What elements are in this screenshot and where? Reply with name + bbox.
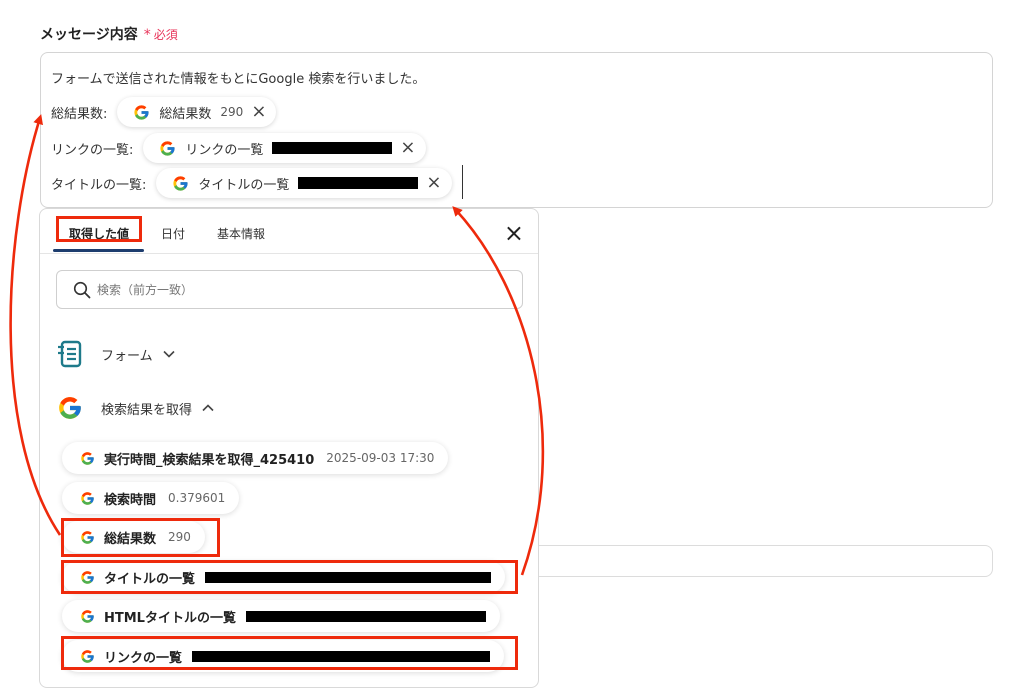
- item-value: 0.379601: [168, 491, 226, 505]
- required-text: 必須: [153, 28, 178, 42]
- message-row-total-results: 総結果数: 総結果数 290 ×: [51, 97, 277, 127]
- item-value: 2025-09-03 17:30: [326, 451, 435, 465]
- text-caret: [462, 165, 463, 199]
- google-icon: [81, 609, 94, 623]
- variable-chip-total-results[interactable]: 総結果数 290 ×: [117, 97, 277, 127]
- highlight-box-tab: [56, 216, 142, 242]
- chip-value: 290: [220, 105, 244, 119]
- active-tab-indicator: [53, 249, 144, 252]
- row-label: 総結果数:: [51, 106, 108, 122]
- highlight-box-link-list: [61, 636, 518, 670]
- section-form[interactable]: フォーム: [57, 339, 175, 369]
- item-label: 実行時間_検索結果を取得_425410: [104, 452, 315, 468]
- background-input-field[interactable]: [530, 545, 993, 577]
- message-textarea[interactable]: フォームで送信された情報をもとにGoogle 検索を行いました。 総結果数: 総…: [40, 52, 993, 208]
- value-item-html-title-list[interactable]: HTMLタイトルの一覧: [62, 600, 500, 632]
- close-icon[interactable]: ×: [251, 103, 266, 121]
- variable-chip-link-list[interactable]: リンクの一覧 ×: [143, 133, 426, 163]
- chevron-down-icon: [163, 347, 175, 361]
- row-label: タイトルの一覧:: [51, 177, 147, 193]
- chip-label: 総結果数: [159, 106, 212, 122]
- item-label: HTMLタイトルの一覧: [104, 610, 236, 626]
- message-row-title-list: タイトルの一覧: タイトルの一覧 ×: [51, 168, 452, 198]
- chevron-up-icon: [202, 401, 214, 415]
- chip-label: タイトルの一覧: [198, 177, 290, 193]
- search-field[interactable]: [56, 270, 523, 309]
- google-icon: [81, 451, 94, 465]
- field-label: メッセージ内容 * 必須: [40, 24, 178, 44]
- value-item-execution-time[interactable]: 実行時間_検索結果を取得_425410 2025-09-03 17:30: [62, 442, 449, 474]
- google-icon: [173, 175, 188, 191]
- close-icon[interactable]: ×: [400, 139, 415, 157]
- close-icon[interactable]: ×: [426, 174, 441, 192]
- highlight-box-total-results: [61, 518, 220, 557]
- google-icon: [59, 397, 81, 419]
- message-line-1: フォームで送信された情報をもとにGoogle 検索を行いました。: [51, 72, 426, 87]
- field-label-text: メッセージ内容: [40, 27, 138, 43]
- chip-label: リンクの一覧: [185, 142, 264, 158]
- message-row-link-list: リンクの一覧: リンクの一覧 ×: [51, 133, 426, 163]
- redacted-value: [298, 177, 419, 189]
- google-icon: [134, 104, 149, 120]
- tab-basic-info[interactable]: 基本情報: [217, 225, 265, 242]
- section-search-results[interactable]: 検索結果を取得: [57, 395, 214, 421]
- section-search-results-label: 検索結果を取得: [101, 402, 193, 418]
- tab-date[interactable]: 日付: [161, 225, 185, 242]
- variable-chip-title-list[interactable]: タイトルの一覧 ×: [156, 168, 452, 198]
- redacted-value: [272, 142, 393, 154]
- highlight-box-title-list: [61, 560, 518, 594]
- value-item-search-time[interactable]: 検索時間 0.379601: [62, 482, 240, 514]
- row-label: リンクの一覧:: [51, 142, 134, 158]
- required-mark: *: [143, 27, 151, 43]
- search-input[interactable]: [95, 279, 495, 301]
- google-icon: [81, 491, 94, 505]
- form-icon: [58, 340, 82, 368]
- redacted-value: [245, 610, 486, 622]
- item-label: 検索時間: [104, 492, 157, 508]
- section-form-label: フォーム: [101, 348, 153, 364]
- close-icon[interactable]: ×: [504, 221, 524, 245]
- variable-picker-panel: 取得した値 日付 基本情報 × フォーム 検索結果を取得: [39, 208, 539, 688]
- search-icon: [73, 281, 91, 299]
- google-icon: [160, 140, 175, 156]
